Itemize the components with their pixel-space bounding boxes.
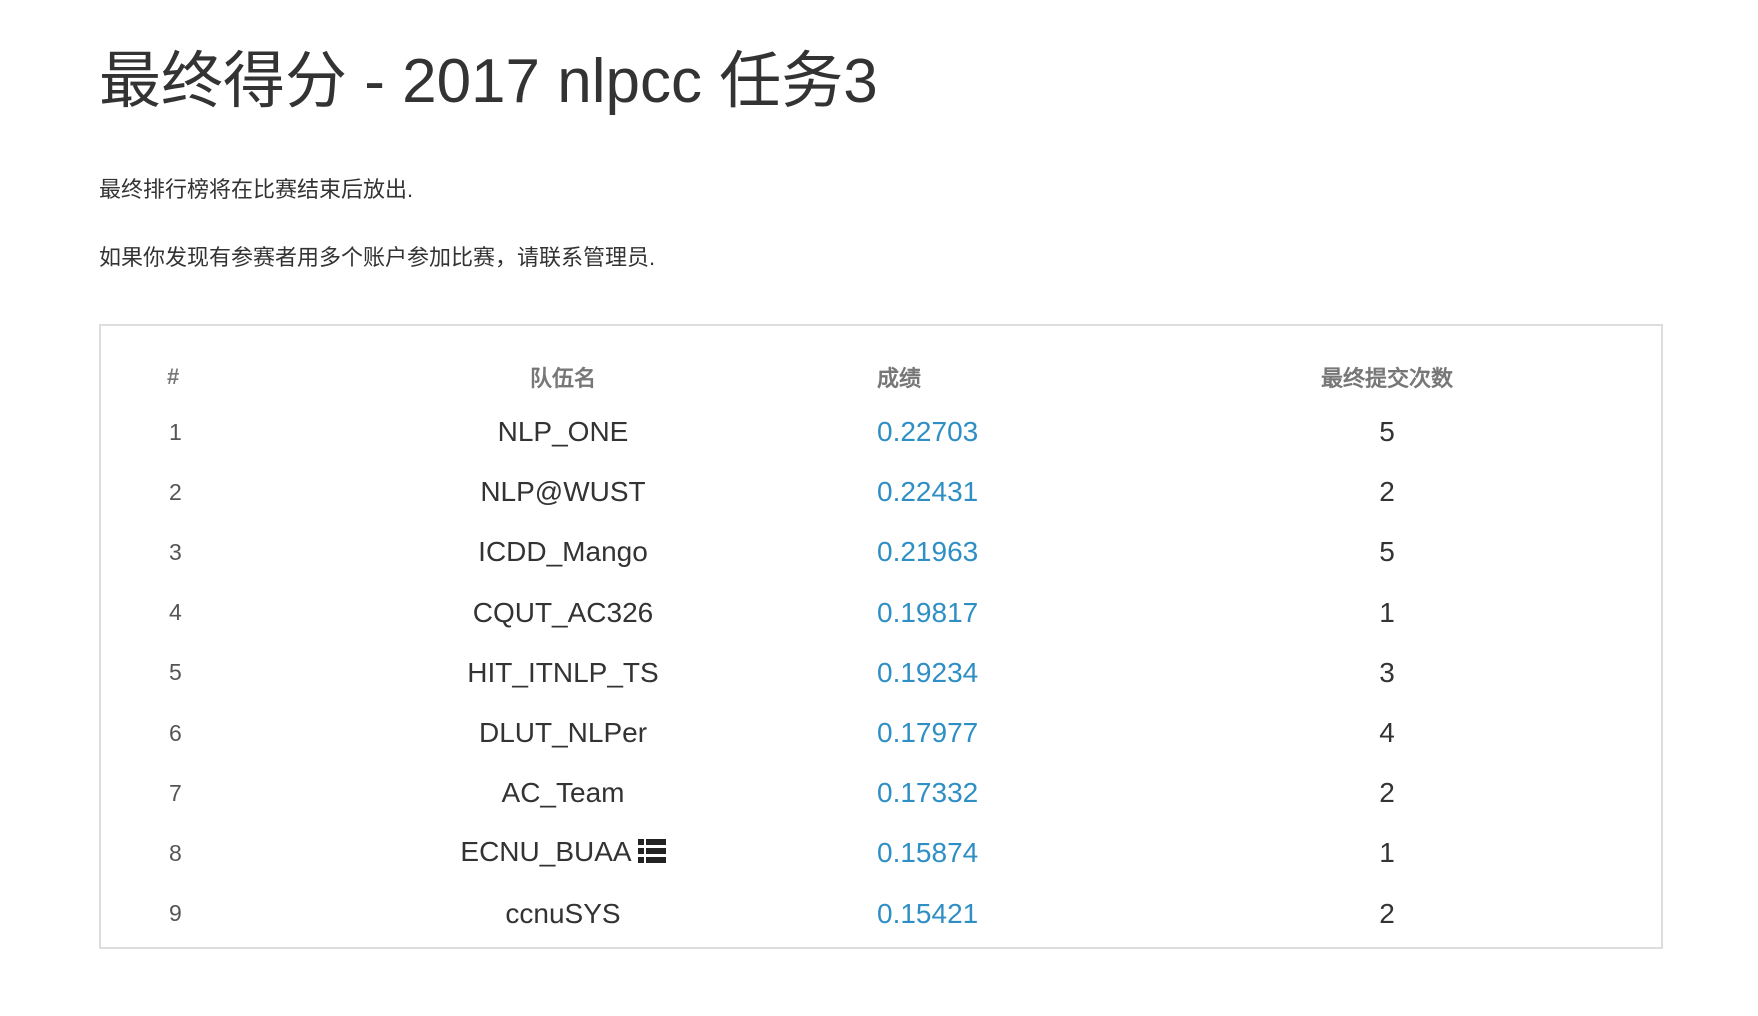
rank-cell: 1 — [169, 418, 182, 445]
score-cell: 0.21963 — [877, 522, 1153, 582]
rank-cell: 4 — [169, 599, 182, 626]
score-link[interactable]: 0.19817 — [877, 597, 978, 628]
rank-cell: 5 — [169, 659, 182, 686]
team-cell: HIT_ITNLP_TS — [249, 643, 877, 703]
score-link[interactable]: 0.22431 — [877, 476, 978, 507]
header-score: 成绩 — [877, 366, 922, 391]
team-name: NLP_ONE — [497, 416, 629, 448]
table-row: 4 CQUT_AC326 0.19817 1 — [147, 583, 1621, 643]
leaderboard-table: # 队伍名 成绩 最终提交次数 1 NLP_ONE 0.22703 5 2 NL… — [147, 352, 1621, 944]
score-cell: 0.19234 — [877, 643, 1153, 703]
score-cell: 0.15421 — [877, 884, 1153, 944]
score-cell: 0.15874 — [877, 823, 1153, 883]
submissions-cell: 2 — [1379, 897, 1395, 929]
submissions-cell: 1 — [1379, 596, 1395, 628]
team-name: HIT_ITNLP_TS — [467, 656, 659, 688]
rank-cell: 6 — [169, 719, 182, 746]
header-rank: # — [167, 364, 180, 389]
submissions-cell: 2 — [1379, 476, 1395, 508]
score-link[interactable]: 0.19234 — [877, 657, 978, 688]
page-title: 最终得分 - 2017 nlpcc 任务3 — [99, 47, 878, 116]
table-row: 6 DLUT_NLPer 0.17977 4 — [147, 703, 1621, 763]
team-name: DLUT_NLPer — [478, 717, 648, 749]
rank-cell: 3 — [169, 538, 182, 565]
score-cell: 0.17977 — [877, 703, 1153, 763]
score-cell: 0.22431 — [877, 462, 1153, 522]
leaderboard-panel: # 队伍名 成绩 最终提交次数 1 NLP_ONE 0.22703 5 2 NL… — [99, 324, 1663, 949]
team-name: ICDD_Mango — [478, 536, 648, 568]
table-row: 7 AC_Team 0.17332 2 — [147, 763, 1621, 823]
submissions-cell: 3 — [1379, 656, 1395, 688]
team-cell: DLUT_NLPer — [249, 703, 877, 763]
team-name: AC_Team — [501, 777, 625, 809]
table-header-row: # 队伍名 成绩 最终提交次数 — [147, 352, 1621, 402]
submissions-cell: 5 — [1379, 416, 1395, 448]
team-name: ccnuSYS — [505, 897, 621, 929]
score-link[interactable]: 0.22703 — [877, 416, 978, 447]
rank-cell: 8 — [169, 839, 182, 866]
team-cell: ECNU_BUAA — [249, 823, 877, 883]
team-name: ECNU_BUAA — [460, 836, 632, 868]
score-cell: 0.19817 — [877, 583, 1153, 643]
score-cell: 0.17332 — [877, 763, 1153, 823]
submissions-cell: 1 — [1379, 837, 1395, 869]
team-cell: CQUT_AC326 — [249, 583, 877, 643]
submissions-cell: 2 — [1379, 777, 1395, 809]
rank-cell: 9 — [169, 900, 182, 927]
submissions-cell: 4 — [1379, 717, 1395, 749]
submissions-cell: 5 — [1379, 536, 1395, 568]
team-cell: ccnuSYS — [249, 884, 877, 944]
table-row: 2 NLP@WUST 0.22431 2 — [147, 462, 1621, 522]
team-cell: NLP_ONE — [249, 402, 877, 462]
table-row: 8 ECNU_BUAA 0.15874 1 — [147, 823, 1621, 883]
contact-admin-note: 如果你发现有参赛者用多个账户参加比赛，请联系管理员. — [99, 245, 656, 270]
table-row: 3 ICDD_Mango 0.21963 5 — [147, 522, 1621, 582]
score-cell: 0.22703 — [877, 402, 1153, 462]
score-link[interactable]: 0.17332 — [877, 777, 978, 808]
team-name: NLP@WUST — [480, 476, 646, 508]
team-cell: NLP@WUST — [249, 462, 877, 522]
header-submissions: 最终提交次数 — [1320, 366, 1453, 391]
score-link[interactable]: 0.21963 — [877, 536, 978, 567]
team-name: CQUT_AC326 — [472, 596, 654, 628]
team-cell: ICDD_Mango — [249, 522, 877, 582]
rank-cell: 2 — [169, 478, 182, 505]
score-link[interactable]: 0.15421 — [877, 898, 978, 929]
list-icon[interactable] — [637, 838, 666, 870]
score-link[interactable]: 0.17977 — [877, 717, 978, 748]
release-note: 最终排行榜将在比赛结束后放出. — [99, 177, 414, 202]
table-row: 5 HIT_ITNLP_TS 0.19234 3 — [147, 643, 1621, 703]
table-row: 1 NLP_ONE 0.22703 5 — [147, 402, 1621, 462]
team-cell: AC_Team — [249, 763, 877, 823]
score-link[interactable]: 0.15874 — [877, 837, 978, 868]
rank-cell: 7 — [169, 779, 182, 806]
table-row: 9 ccnuSYS 0.15421 2 — [147, 884, 1621, 944]
header-team: 队伍名 — [529, 366, 596, 391]
